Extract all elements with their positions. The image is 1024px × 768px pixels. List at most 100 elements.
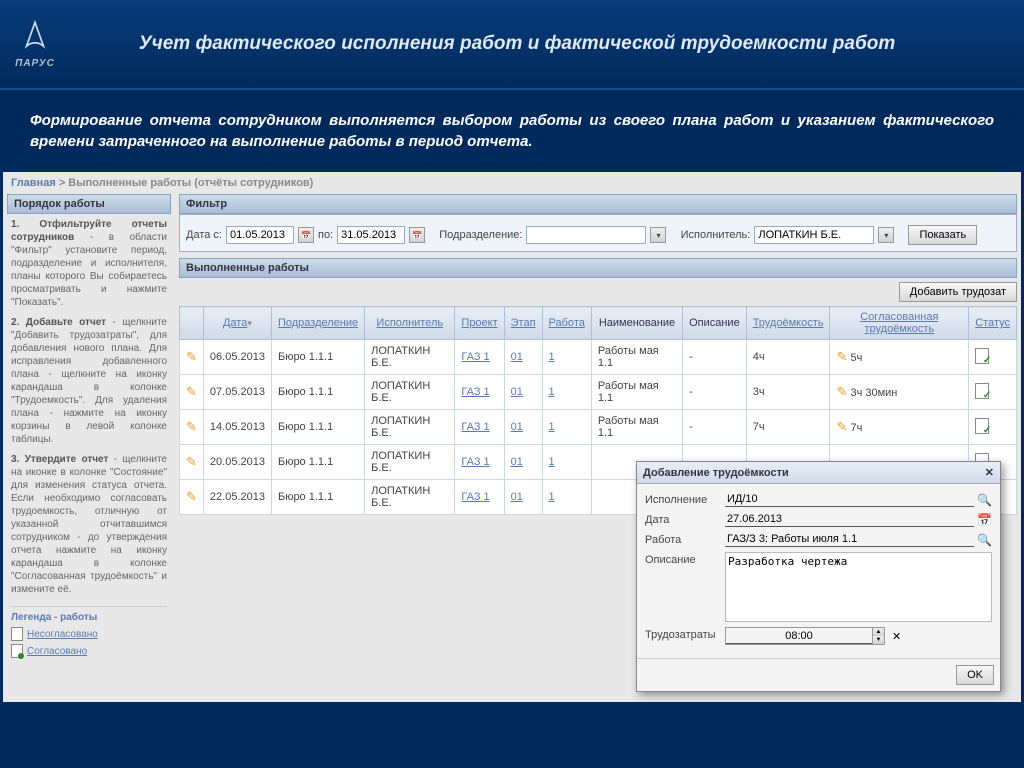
sidebar-step: 1. Отфильтруйте отчеты сотрудников - в о… xyxy=(11,218,167,309)
app-window: Главная > Выполненные работы (отчёты сот… xyxy=(3,172,1021,702)
calendar-icon[interactable]: 📅 xyxy=(977,513,992,527)
show-button[interactable]: Показать xyxy=(908,225,977,245)
cell-stage[interactable]: 01 xyxy=(511,421,523,433)
sidebar-step: 3. Утвердите отчет - щелкните на иконке … xyxy=(11,453,167,596)
dlg-date-input[interactable] xyxy=(725,512,974,527)
dlg-labor-input[interactable] xyxy=(726,628,872,644)
sidebar: Порядок работы 1. Отфильтруйте отчеты со… xyxy=(3,194,175,692)
status-icon[interactable] xyxy=(975,383,989,399)
col-exec[interactable]: Исполнитель xyxy=(376,317,443,329)
col-labor[interactable]: Трудоёмкость xyxy=(753,317,824,329)
sort-desc-icon[interactable]: ▾ xyxy=(247,318,252,328)
col-work[interactable]: Работа xyxy=(549,317,585,329)
search-icon[interactable]: 🔍 xyxy=(977,533,992,547)
cell-stage[interactable]: 01 xyxy=(511,456,523,468)
cell-desc: - xyxy=(683,375,747,410)
close-icon[interactable]: ✕ xyxy=(985,466,994,479)
sail-icon xyxy=(18,19,52,53)
cell-stage[interactable]: 01 xyxy=(511,491,523,503)
cell-agreed[interactable]: ✎ 3ч 30мин xyxy=(830,375,969,410)
col-status[interactable]: Статус xyxy=(975,317,1010,329)
filter-title: Фильтр xyxy=(179,194,1017,214)
filter-panel: Дата с: 📅 по: 📅 Подразделение: ▾ Исполни… xyxy=(179,214,1017,252)
dlg-desc-textarea[interactable]: Разработка чертежа xyxy=(725,552,992,622)
exec-input[interactable] xyxy=(754,226,874,244)
sidebar-step-heading: 3. Утвердите отчет xyxy=(11,454,108,465)
pencil-icon[interactable]: ✎ xyxy=(186,454,197,469)
spin-down-icon[interactable]: ▼ xyxy=(872,636,884,644)
cell-project[interactable]: ГАЗ 1 xyxy=(461,351,489,363)
col-date[interactable]: Дата xyxy=(223,317,247,329)
cell-name: Работы мая 1.1 xyxy=(591,340,682,375)
spin-up-icon[interactable]: ▲ xyxy=(872,628,884,636)
date-from-input[interactable] xyxy=(226,226,294,244)
add-labor-dialog: Добавление трудоёмкости ✕ Исполнение 🔍 Д… xyxy=(636,461,1001,692)
dlg-exec-label: Исполнение xyxy=(645,492,725,506)
legend-title: Легенда - работы xyxy=(11,606,167,624)
cell-name: Работы мая 1.1 xyxy=(591,375,682,410)
calendar-icon[interactable]: 📅 xyxy=(298,227,314,243)
col-agreed[interactable]: Согласованная трудоёмкость xyxy=(860,311,938,335)
cell-project[interactable]: ГАЗ 1 xyxy=(461,386,489,398)
dept-label: Подразделение: xyxy=(439,229,522,241)
dept-input[interactable] xyxy=(526,226,646,244)
section-title: Выполненные работы xyxy=(179,258,1017,278)
cell-exec: ЛОПАТКИН Б.Е. xyxy=(365,445,455,480)
subtitle: Формирование отчета сотрудником выполняе… xyxy=(0,90,1024,172)
cell-project[interactable]: ГАЗ 1 xyxy=(461,421,489,433)
cell-work[interactable]: 1 xyxy=(549,421,555,433)
sidebar-step-heading: 1. Отфильтруйте отчеты сотрудников xyxy=(11,219,167,243)
pencil-icon[interactable]: ✎ xyxy=(836,419,847,434)
ok-button[interactable]: OK xyxy=(956,665,994,685)
labor-spinner[interactable]: ▲▼ xyxy=(725,627,885,645)
table-row: ✎14.05.2013Бюро 1.1.1ЛОПАТКИН Б.Е.ГАЗ 10… xyxy=(180,410,1017,445)
add-labor-button[interactable]: Добавить трудозат xyxy=(899,282,1017,302)
cell-stage[interactable]: 01 xyxy=(511,386,523,398)
cell-agreed[interactable]: ✎ 7ч xyxy=(830,410,969,445)
col-stage[interactable]: Этап xyxy=(511,317,536,329)
calendar-icon[interactable]: 📅 xyxy=(409,227,425,243)
cell-date: 22.05.2013 xyxy=(203,480,271,515)
legend-link[interactable]: Согласовано xyxy=(27,645,87,658)
col-project[interactable]: Проект xyxy=(461,317,497,329)
cell-work[interactable]: 1 xyxy=(549,351,555,363)
pencil-icon[interactable]: ✎ xyxy=(836,349,847,364)
dlg-desc-label: Описание xyxy=(645,552,725,566)
cell-work[interactable]: 1 xyxy=(549,456,555,468)
date-to-input[interactable] xyxy=(337,226,405,244)
col-dept[interactable]: Подразделение xyxy=(278,317,358,329)
cell-dept: Бюро 1.1.1 xyxy=(271,445,364,480)
cell-desc: - xyxy=(683,340,747,375)
cell-agreed[interactable]: ✎ 5ч xyxy=(830,340,969,375)
search-icon[interactable]: 🔍 xyxy=(977,493,992,507)
cell-project[interactable]: ГАЗ 1 xyxy=(461,456,489,468)
pencil-icon[interactable]: ✎ xyxy=(186,384,197,399)
cell-work[interactable]: 1 xyxy=(549,386,555,398)
pencil-icon[interactable]: ✎ xyxy=(186,489,197,504)
breadcrumb-home[interactable]: Главная xyxy=(11,177,56,189)
cell-work[interactable]: 1 xyxy=(549,491,555,503)
status-icon[interactable] xyxy=(975,418,989,434)
cell-stage[interactable]: 01 xyxy=(511,351,523,363)
chevron-down-icon[interactable]: ▾ xyxy=(650,227,666,243)
cell-dept: Бюро 1.1.1 xyxy=(271,375,364,410)
page-title: Учет фактического исполнения работ и фак… xyxy=(70,32,1024,57)
pencil-icon[interactable]: ✎ xyxy=(186,349,197,364)
breadcrumb-current: Выполненные работы (отчёты сотрудников) xyxy=(68,177,313,189)
cell-dept: Бюро 1.1.1 xyxy=(271,340,364,375)
legend-link[interactable]: Несогласовано xyxy=(27,628,98,641)
table-row: ✎06.05.2013Бюро 1.1.1ЛОПАТКИН Б.Е.ГАЗ 10… xyxy=(180,340,1017,375)
cell-exec: ЛОПАТКИН Б.Е. xyxy=(365,480,455,515)
cell-project[interactable]: ГАЗ 1 xyxy=(461,491,489,503)
logo: ПАРУС xyxy=(0,19,70,69)
chevron-down-icon[interactable]: ▾ xyxy=(878,227,894,243)
dlg-exec-input[interactable] xyxy=(725,492,974,507)
pencil-icon[interactable]: ✎ xyxy=(186,419,197,434)
table-row: ✎07.05.2013Бюро 1.1.1ЛОПАТКИН Б.Е.ГАЗ 10… xyxy=(180,375,1017,410)
clear-icon[interactable]: ✕ xyxy=(892,630,901,643)
cell-exec: ЛОПАТКИН Б.Е. xyxy=(365,375,455,410)
dlg-work-input[interactable] xyxy=(725,532,974,547)
sidebar-step: 2. Добавьте отчет - щелкните "Добавить т… xyxy=(11,316,167,446)
pencil-icon[interactable]: ✎ xyxy=(836,384,847,399)
status-icon[interactable] xyxy=(975,348,989,364)
